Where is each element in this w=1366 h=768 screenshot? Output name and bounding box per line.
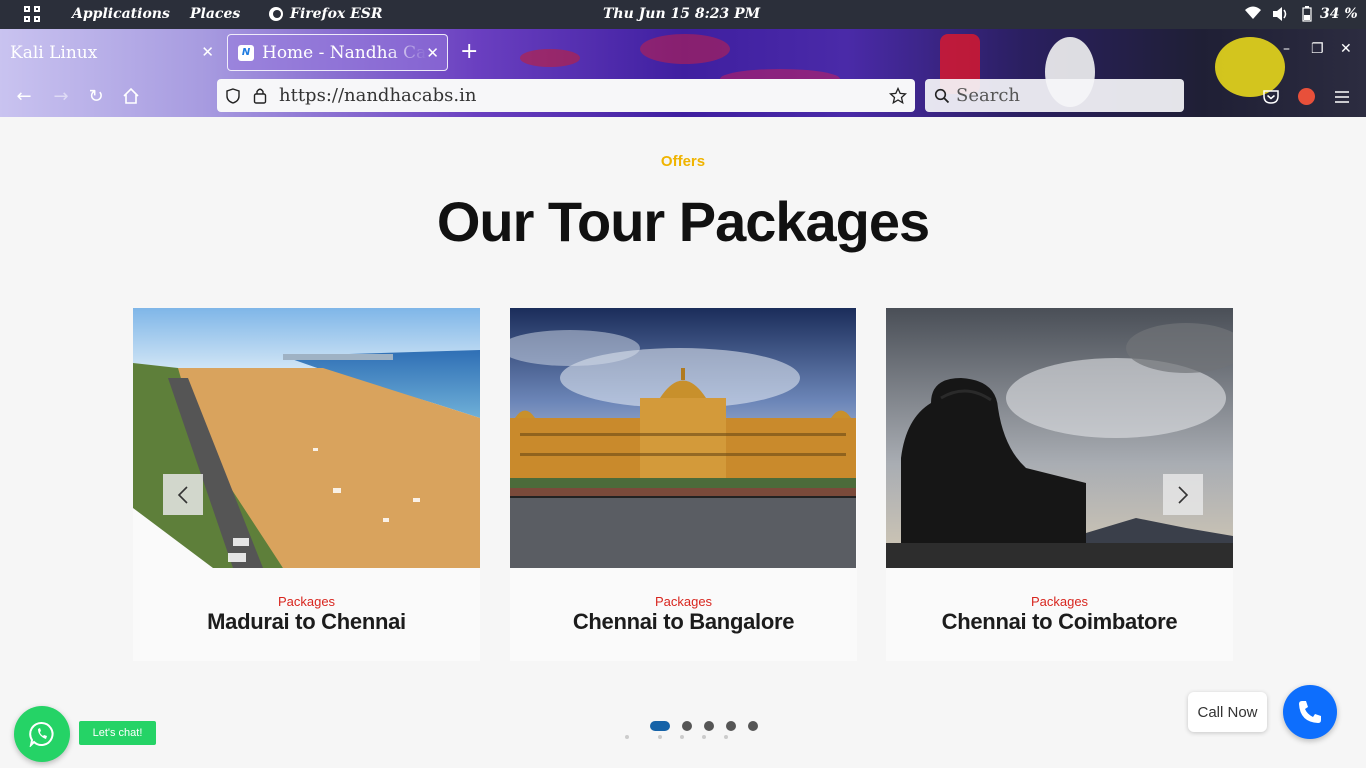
whatsapp-chat-label[interactable]: Let's chat! xyxy=(79,721,156,745)
close-icon[interactable]: ✕ xyxy=(426,44,439,62)
reload-icon[interactable]: ↻ xyxy=(84,84,108,108)
maximize-icon[interactable]: ❐ xyxy=(1311,41,1324,57)
tab-label: Kali Linux xyxy=(10,42,98,63)
places-menu[interactable]: Places xyxy=(190,6,240,22)
volume-icon[interactable] xyxy=(1272,6,1290,22)
call-now-label[interactable]: Call Now xyxy=(1188,692,1267,732)
menu-hamburger-icon[interactable] xyxy=(1334,90,1350,104)
package-photo-palace xyxy=(510,308,857,568)
whatsapp-icon xyxy=(29,721,54,747)
tab-label: Home - Nandha Cabs xyxy=(262,42,427,63)
forward-arrow-icon[interactable]: → xyxy=(49,84,73,108)
clock[interactable]: Thu Jun 15 8:23 PM xyxy=(603,6,760,22)
minimize-icon[interactable]: – xyxy=(1283,41,1290,57)
search-bar[interactable]: Search xyxy=(925,79,1184,112)
browser-chrome: Kali Linux ✕ N Home - Nandha Cabs ✕ + – … xyxy=(0,29,1366,117)
battery-percent: 34 % xyxy=(1320,6,1358,22)
battery-icon[interactable] xyxy=(1302,6,1312,22)
new-tab-plus-icon[interactable]: + xyxy=(460,39,478,64)
whatsapp-button[interactable] xyxy=(14,706,70,762)
extension-icon[interactable] xyxy=(1298,88,1315,105)
window-close-icon[interactable]: ✕ xyxy=(1340,41,1352,57)
applications-menu[interactable]: Applications xyxy=(72,6,170,22)
card-category[interactable]: Packages xyxy=(510,594,857,609)
page-title: Our Tour Packages xyxy=(436,190,930,253)
card-title[interactable]: Madurai to Chennai xyxy=(133,609,480,635)
theme-decoration xyxy=(640,34,730,64)
carousel-dot[interactable] xyxy=(650,721,670,731)
carousel-subdot xyxy=(702,735,706,739)
shield-icon[interactable] xyxy=(225,88,241,104)
carousel-next-button[interactable] xyxy=(1163,474,1203,515)
theme-decoration xyxy=(520,49,580,67)
carousel-prev-button[interactable] xyxy=(163,474,203,515)
carousel-subdot xyxy=(724,735,728,739)
firefox-esr-launcher[interactable]: Firefox ESR xyxy=(290,6,383,22)
theme-decoration xyxy=(1215,37,1285,97)
apps-grid-icon[interactable] xyxy=(24,6,42,24)
search-icon xyxy=(934,88,950,104)
lock-icon[interactable] xyxy=(253,87,267,104)
tab-kali-linux[interactable]: Kali Linux ✕ xyxy=(0,34,222,71)
back-arrow-icon[interactable]: ← xyxy=(12,84,36,108)
web-page: Offers Our Tour Packages Packages Madura… xyxy=(0,117,1366,768)
nandha-cabs-favicon-icon: N xyxy=(238,44,254,61)
card-title[interactable]: Chennai to Coimbatore xyxy=(886,609,1233,635)
wifi-icon[interactable] xyxy=(1244,6,1262,20)
carousel-dot[interactable] xyxy=(726,721,736,731)
card-category[interactable]: Packages xyxy=(133,594,480,609)
card-category[interactable]: Packages xyxy=(886,594,1233,609)
carousel-dot[interactable] xyxy=(704,721,714,731)
bookmark-star-icon[interactable] xyxy=(889,87,907,105)
carousel-subdot xyxy=(680,735,684,739)
firefox-icon xyxy=(269,7,283,21)
pocket-icon[interactable] xyxy=(1262,89,1280,105)
carousel-dot[interactable] xyxy=(682,721,692,731)
search-placeholder: Search xyxy=(956,85,1020,106)
section-eyebrow: Offers xyxy=(660,153,706,170)
phone-icon xyxy=(1299,701,1321,723)
carousel-dot[interactable] xyxy=(748,721,758,731)
url-text[interactable]: https://nandhacabs.in xyxy=(279,85,476,106)
chevron-left-icon xyxy=(177,485,188,504)
call-button[interactable] xyxy=(1283,685,1337,739)
card-title[interactable]: Chennai to Bangalore xyxy=(510,609,857,635)
home-icon[interactable] xyxy=(119,84,143,108)
package-card[interactable]: Packages Chennai to Bangalore xyxy=(510,308,857,661)
address-bar[interactable]: https://nandhacabs.in xyxy=(217,79,915,112)
carousel-subdot xyxy=(658,735,662,739)
package-photo-statue xyxy=(886,308,1233,568)
os-top-panel: Applications Places Firefox ESR Thu Jun … xyxy=(0,0,1366,29)
tab-nandha-cabs[interactable]: N Home - Nandha Cabs ✕ xyxy=(227,34,448,71)
carousel-subdot xyxy=(625,735,629,739)
close-icon[interactable]: ✕ xyxy=(201,43,214,61)
package-photo-beach xyxy=(133,308,480,568)
chevron-right-icon xyxy=(1178,485,1189,504)
